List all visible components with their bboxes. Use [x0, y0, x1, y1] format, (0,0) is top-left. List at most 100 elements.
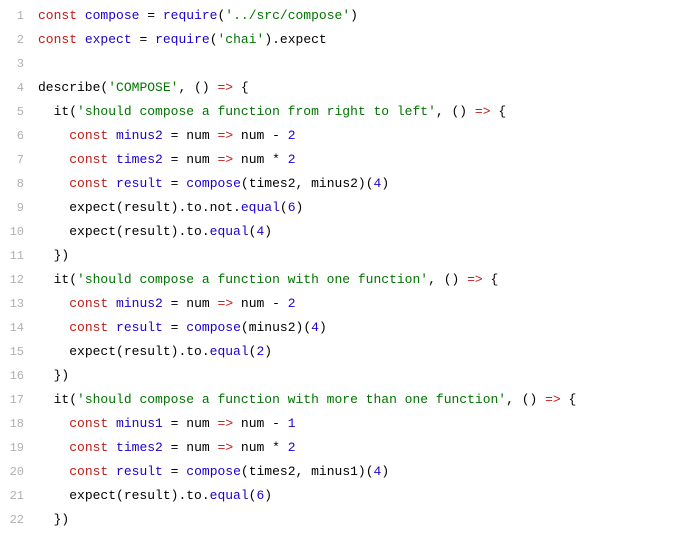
line-content[interactable]: const result = compose(times2, minus2)(4… — [38, 172, 686, 196]
token-fn-name: times2 — [116, 152, 163, 167]
token-param: num — [186, 296, 209, 311]
code-line[interactable]: 1const compose = require('../src/compose… — [0, 4, 686, 28]
token-punc — [77, 32, 85, 47]
line-content[interactable]: expect(result).to.not.equal(6) — [38, 196, 686, 220]
line-content[interactable]: }) — [38, 508, 686, 532]
token-punc — [38, 464, 69, 479]
line-content[interactable]: const minus2 = num => num - 2 — [38, 292, 686, 316]
code-line[interactable]: 10 expect(result).to.equal(4) — [0, 220, 686, 244]
token-punc — [163, 128, 171, 143]
token-param: num — [186, 152, 209, 167]
line-number: 11 — [0, 244, 38, 268]
line-content[interactable]: const compose = require('../src/compose'… — [38, 4, 686, 28]
token-builtin: equal — [241, 200, 280, 215]
code-line[interactable]: 9 expect(result).to.not.equal(6) — [0, 196, 686, 220]
code-line[interactable]: 16 }) — [0, 364, 686, 388]
token-punc: ) — [264, 344, 272, 359]
token-punc: ) — [264, 224, 272, 239]
code-line[interactable]: 21 expect(result).to.equal(6) — [0, 484, 686, 508]
token-op: * — [272, 152, 280, 167]
token-punc: }) — [38, 248, 69, 263]
token-fn-name: result — [116, 464, 163, 479]
token-punc: , () — [178, 80, 217, 95]
token-punc — [280, 296, 288, 311]
token-punc — [108, 128, 116, 143]
line-content[interactable]: const minus2 = num => num - 2 — [38, 124, 686, 148]
code-line[interactable]: 13 const minus2 = num => num - 2 — [0, 292, 686, 316]
code-line[interactable]: 22 }) — [0, 508, 686, 532]
token-punc — [38, 200, 69, 215]
line-content[interactable]: expect(result).to.equal(2) — [38, 340, 686, 364]
token-punc — [38, 176, 69, 191]
line-content[interactable]: it('should compose a function with one f… — [38, 268, 686, 292]
token-arrow: => — [545, 392, 561, 407]
line-content[interactable]: it('should compose a function with more … — [38, 388, 686, 412]
token-punc — [38, 344, 69, 359]
code-line[interactable]: 20 const result = compose(times2, minus1… — [0, 460, 686, 484]
code-line[interactable]: 18 const minus1 = num => num - 1 — [0, 412, 686, 436]
token-kw: const — [38, 32, 77, 47]
token-ident: expect — [69, 344, 116, 359]
code-line[interactable]: 7 const times2 = num => num * 2 — [0, 148, 686, 172]
token-ident: describe — [38, 80, 100, 95]
token-kw: const — [69, 464, 108, 479]
line-content[interactable]: const result = compose(times2, minus1)(4… — [38, 460, 686, 484]
line-number: 7 — [0, 148, 38, 172]
token-punc: (result).to. — [116, 224, 210, 239]
token-builtin: equal — [210, 344, 249, 359]
token-param: num — [186, 128, 209, 143]
token-punc — [38, 128, 69, 143]
code-editor[interactable]: 1const compose = require('../src/compose… — [0, 4, 686, 532]
token-fn-name: result — [116, 176, 163, 191]
token-arrow: => — [475, 104, 491, 119]
code-line[interactable]: 5 it('should compose a function from rig… — [0, 100, 686, 124]
line-content[interactable]: const times2 = num => num * 2 — [38, 148, 686, 172]
token-punc — [163, 296, 171, 311]
token-punc — [38, 392, 54, 407]
line-content[interactable]: }) — [38, 364, 686, 388]
token-punc: num — [233, 128, 272, 143]
line-content[interactable]: const result = compose(minus2)(4) — [38, 316, 686, 340]
line-content[interactable]: const times2 = num => num * 2 — [38, 436, 686, 460]
token-punc: ) — [350, 8, 358, 23]
line-content[interactable]: const minus1 = num => num - 1 — [38, 412, 686, 436]
line-content[interactable]: expect(result).to.equal(4) — [38, 220, 686, 244]
code-line[interactable]: 8 const result = compose(times2, minus2)… — [0, 172, 686, 196]
code-line[interactable]: 14 const result = compose(minus2)(4) — [0, 316, 686, 340]
token-punc — [38, 440, 69, 455]
line-content[interactable]: const expect = require('chai').expect — [38, 28, 686, 52]
token-arrow: => — [218, 440, 234, 455]
token-kw: const — [69, 176, 108, 191]
code-line[interactable]: 3 — [0, 52, 686, 76]
token-ident: expect — [69, 224, 116, 239]
token-builtin: equal — [210, 224, 249, 239]
code-line[interactable]: 6 const minus2 = num => num - 2 — [0, 124, 686, 148]
code-line[interactable]: 2const expect = require('chai').expect — [0, 28, 686, 52]
code-line[interactable]: 11 }) — [0, 244, 686, 268]
line-content[interactable]: }) — [38, 244, 686, 268]
token-punc: (times2, minus1)( — [241, 464, 374, 479]
token-kw: const — [69, 440, 108, 455]
line-number: 4 — [0, 76, 38, 100]
token-builtin: equal — [210, 488, 249, 503]
code-line[interactable]: 15 expect(result).to.equal(2) — [0, 340, 686, 364]
line-content[interactable]: expect(result).to.equal(6) — [38, 484, 686, 508]
token-fn-name: result — [116, 320, 163, 335]
line-content[interactable]: describe('COMPOSE', () => { — [38, 76, 686, 100]
code-line[interactable]: 4describe('COMPOSE', () => { — [0, 76, 686, 100]
token-kw: const — [69, 152, 108, 167]
token-punc — [108, 296, 116, 311]
line-number: 21 — [0, 484, 38, 508]
token-punc — [280, 128, 288, 143]
code-line[interactable]: 17 it('should compose a function with mo… — [0, 388, 686, 412]
code-line[interactable]: 12 it('should compose a function with on… — [0, 268, 686, 292]
line-number: 1 — [0, 4, 38, 28]
token-punc: ) — [319, 320, 327, 335]
line-content[interactable]: it('should compose a function from right… — [38, 100, 686, 124]
line-number: 12 — [0, 268, 38, 292]
token-str: 'COMPOSE' — [108, 80, 178, 95]
token-punc — [108, 152, 116, 167]
code-line[interactable]: 19 const times2 = num => num * 2 — [0, 436, 686, 460]
line-number: 2 — [0, 28, 38, 52]
token-kw: const — [69, 128, 108, 143]
